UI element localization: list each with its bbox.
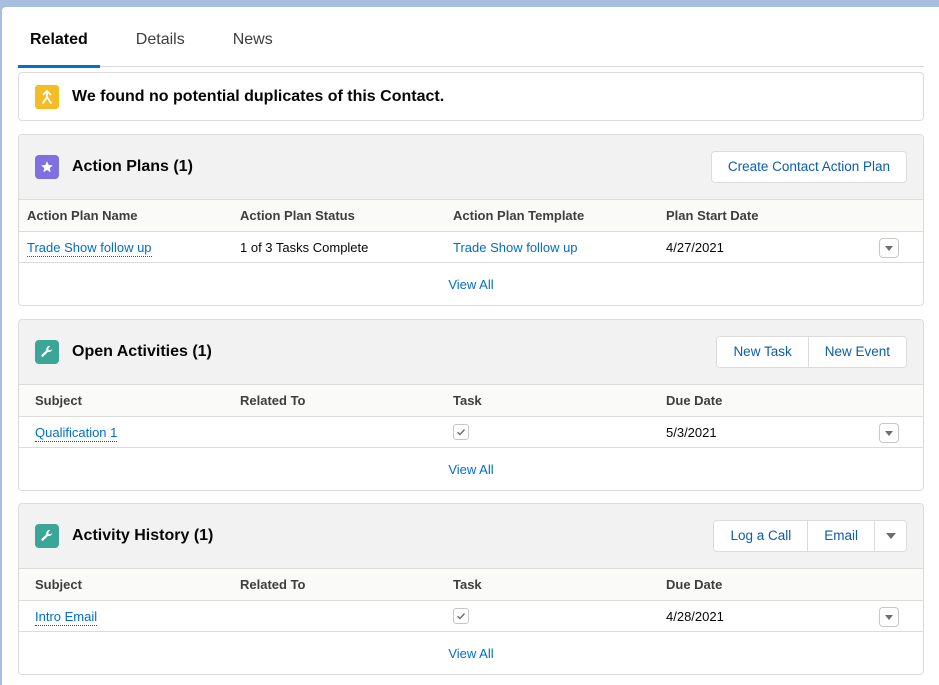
tab-news[interactable]: News <box>221 23 285 67</box>
email-button[interactable]: Email <box>807 521 874 551</box>
due-date: 5/3/2021 <box>666 424 717 440</box>
duplicate-message: We found no potential duplicates of this… <box>72 87 445 105</box>
activity-history-card: Activity History (1) Log a Call Email Su… <box>18 503 924 675</box>
wrench-icon <box>35 524 59 548</box>
action-plan-name-link[interactable]: Trade Show follow up <box>27 239 152 257</box>
column-header[interactable]: Task <box>453 393 482 408</box>
tab-details[interactable]: Details <box>124 23 197 67</box>
table-header: Subject Related To Task Due Date <box>19 569 923 601</box>
row-actions-menu[interactable] <box>879 423 899 443</box>
open-activities-title[interactable]: Open Activities (1) <box>72 343 212 361</box>
column-header[interactable]: Plan Start Date <box>666 208 758 223</box>
column-header[interactable]: Action Plan Template <box>453 208 584 223</box>
column-header[interactable]: Action Plan Status <box>240 208 355 223</box>
activity-history-actions: Log a Call Email <box>713 520 907 552</box>
record-detail-panel: Related Details News We found no potenti… <box>2 7 939 685</box>
view-all-link[interactable]: View All <box>448 277 493 292</box>
card-footer: View All <box>19 263 923 305</box>
card-footer: View All <box>19 448 923 490</box>
action-plans-actions: Create Contact Action Plan <box>710 151 907 183</box>
subject-link[interactable]: Qualification 1 <box>35 424 118 442</box>
chevron-down-icon <box>885 533 896 539</box>
row-actions-menu[interactable] <box>879 607 899 627</box>
column-header[interactable]: Subject <box>35 577 82 592</box>
view-all-link[interactable]: View All <box>448 646 493 661</box>
table-row: Trade Show follow up 1 of 3 Tasks Comple… <box>19 232 923 263</box>
duplicate-check-card: We found no potential duplicates of this… <box>18 72 924 121</box>
table-row: Intro Email 4/28/2021 <box>19 601 923 632</box>
more-actions-button[interactable] <box>874 521 906 551</box>
open-activities-card: Open Activities (1) New Task New Event S… <box>18 319 924 491</box>
action-plan-template-link[interactable]: Trade Show follow up <box>453 240 578 255</box>
chevron-down-icon <box>885 430 893 436</box>
column-header[interactable]: Action Plan Name <box>27 208 138 223</box>
card-header: Activity History (1) Log a Call Email <box>19 504 923 569</box>
create-contact-action-plan-button[interactable]: Create Contact Action Plan <box>711 152 906 182</box>
action-plans-card: Action Plans (1) Create Contact Action P… <box>18 134 924 306</box>
merge-icon <box>35 84 59 109</box>
task-checkbox <box>453 424 469 440</box>
wrench-icon <box>35 340 59 364</box>
check-icon <box>457 613 466 620</box>
row-actions-menu[interactable] <box>879 238 899 258</box>
new-event-button[interactable]: New Event <box>807 337 906 367</box>
due-date: 4/28/2021 <box>666 608 724 624</box>
card-header: Open Activities (1) New Task New Event <box>19 320 923 385</box>
new-task-button[interactable]: New Task <box>717 337 808 367</box>
plan-start-date: 4/27/2021 <box>666 239 724 255</box>
tab-related[interactable]: Related <box>18 23 100 68</box>
star-icon <box>35 155 59 179</box>
chevron-down-icon <box>885 245 893 251</box>
table-header: Action Plan Name Action Plan Status Acti… <box>19 200 923 232</box>
tab-bar: Related Details News <box>18 23 924 68</box>
action-plan-status: 1 of 3 Tasks Complete <box>240 239 369 255</box>
open-activities-actions: New Task New Event <box>716 336 907 368</box>
task-checkbox <box>453 608 469 624</box>
log-a-call-button[interactable]: Log a Call <box>714 521 808 551</box>
chevron-down-icon <box>885 614 893 620</box>
view-all-link[interactable]: View All <box>448 462 493 477</box>
table-header: Subject Related To Task Due Date <box>19 385 923 417</box>
column-header[interactable]: Due Date <box>666 393 722 408</box>
column-header[interactable]: Related To <box>240 393 306 408</box>
column-header[interactable]: Related To <box>240 577 306 592</box>
card-footer: View All <box>19 632 923 674</box>
column-header[interactable]: Subject <box>35 393 82 408</box>
subject-link[interactable]: Intro Email <box>35 608 98 626</box>
activity-history-title[interactable]: Activity History (1) <box>72 527 213 545</box>
card-header: Action Plans (1) Create Contact Action P… <box>19 135 923 200</box>
action-plans-title[interactable]: Action Plans (1) <box>72 158 193 176</box>
column-header[interactable]: Task <box>453 577 482 592</box>
column-header[interactable]: Due Date <box>666 577 722 592</box>
table-row: Qualification 1 5/3/2021 <box>19 417 923 448</box>
check-icon <box>457 429 466 436</box>
